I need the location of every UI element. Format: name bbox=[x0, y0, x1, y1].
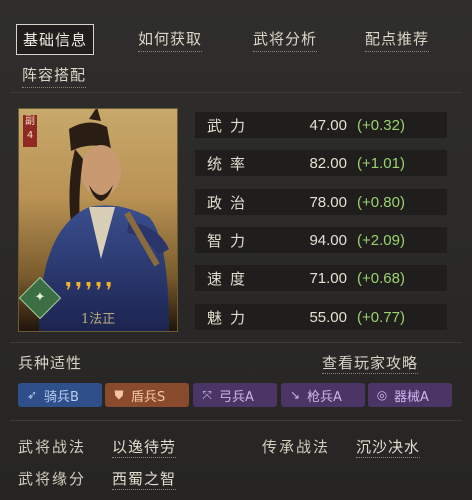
tab-point-recommendation[interactable]: 配点推荐 bbox=[365, 28, 430, 52]
shield-icon: ⛊ bbox=[114, 387, 124, 402]
stat-value: 82.00 bbox=[309, 154, 347, 172]
stat-row-charm: 魅力 55.00 (+0.77) bbox=[195, 304, 447, 330]
player-guide-link[interactable]: 查看玩家攻略 bbox=[322, 352, 419, 374]
bow-icon: ⤧ bbox=[202, 387, 212, 402]
inherit-skill-label: 传承战法 bbox=[262, 438, 331, 456]
hero-portrait-card: 副 4 ✦ ❜ ❜ ❜ ❜ ❜ 1法正 bbox=[18, 108, 178, 332]
stat-name: 速度 bbox=[207, 269, 254, 288]
troop-chip-label: 枪兵A bbox=[307, 389, 342, 405]
stat-value: 71.00 bbox=[309, 269, 347, 287]
tab-basic-info[interactable]: 基础信息 bbox=[16, 24, 95, 55]
stat-name: 统率 bbox=[207, 154, 254, 173]
troop-chip-shield: ⛊ 盾兵S bbox=[105, 383, 189, 407]
tab-hero-analysis[interactable]: 武将分析 bbox=[253, 28, 318, 52]
troop-chip-label: 骑兵B bbox=[44, 389, 79, 405]
stat-value: 47.00 bbox=[309, 116, 347, 134]
stats-divider bbox=[10, 342, 462, 343]
cavalry-icon: ➶ bbox=[26, 388, 38, 402]
troop-chip-siege: ◎ 器械A bbox=[368, 383, 452, 407]
star-icon: ❜ bbox=[75, 279, 83, 304]
troop-chip-label: 盾兵S bbox=[131, 389, 166, 405]
troop-chip-label: 弓兵A bbox=[219, 389, 254, 405]
stat-name: 武力 bbox=[207, 116, 254, 135]
fate-label: 武将缘分 bbox=[18, 470, 87, 488]
troops-divider bbox=[10, 420, 462, 421]
troop-aptitude-title: 兵种适性 bbox=[18, 354, 83, 372]
star-icon: ❜ bbox=[95, 279, 103, 304]
stat-name: 智力 bbox=[207, 231, 254, 250]
troop-chip-label: 器械A bbox=[394, 389, 429, 405]
stat-row-politics: 政治 78.00 (+0.80) bbox=[195, 189, 447, 215]
stat-row-force: 武力 47.00 (+0.32) bbox=[195, 112, 447, 138]
stat-bonus: (+2.09) bbox=[357, 231, 405, 249]
troop-chip-archer: ⤧ 弓兵A bbox=[193, 383, 277, 407]
stat-bonus: (+0.80) bbox=[357, 193, 405, 211]
rarity-badge: 副 4 bbox=[23, 115, 37, 147]
hero-name: 1法正 bbox=[81, 312, 116, 327]
troop-chip-spear: ↘ 枪兵A bbox=[281, 383, 365, 407]
own-skill-label: 武将战法 bbox=[18, 438, 87, 456]
spear-icon: ↘ bbox=[289, 388, 301, 402]
stat-bonus: (+1.01) bbox=[357, 154, 405, 172]
hero-detail-panel: 基础信息 如何获取 武将分析 配点推荐 阵容搭配 副 4 ✦ ❜ ❜ ❜ ❜ ❜… bbox=[0, 0, 472, 500]
star-rating: ❜ ❜ ❜ ❜ ❜ bbox=[65, 279, 112, 304]
star-icon: ❜ bbox=[85, 279, 93, 304]
stat-name: 政治 bbox=[207, 193, 254, 212]
stat-row-command: 统率 82.00 (+1.01) bbox=[195, 150, 447, 176]
star-icon: ❜ bbox=[105, 279, 113, 304]
stat-row-speed: 速度 71.00 (+0.68) bbox=[195, 265, 447, 291]
tab-how-to-obtain[interactable]: 如何获取 bbox=[138, 28, 203, 52]
stat-row-intelligence: 智力 94.00 (+2.09) bbox=[195, 227, 447, 253]
stat-bonus: (+0.32) bbox=[357, 116, 405, 134]
star-icon: ❜ bbox=[65, 279, 73, 304]
tab-lineup[interactable]: 阵容搭配 bbox=[22, 64, 87, 88]
tabs-divider bbox=[10, 92, 462, 93]
inherit-skill-value[interactable]: 沉沙决水 bbox=[356, 436, 421, 458]
stat-bonus: (+0.68) bbox=[357, 269, 405, 287]
stat-bonus: (+0.77) bbox=[357, 308, 405, 326]
fate-value[interactable]: 西蜀之智 bbox=[112, 468, 177, 490]
troop-chip-cavalry: ➶ 骑兵B bbox=[18, 383, 102, 407]
stat-name: 魅力 bbox=[207, 308, 254, 327]
stat-value: 55.00 bbox=[309, 308, 347, 326]
siege-icon: ◎ bbox=[376, 388, 388, 402]
stat-value: 94.00 bbox=[309, 231, 347, 249]
own-skill-value[interactable]: 以逸待劳 bbox=[112, 436, 177, 458]
stat-value: 78.00 bbox=[309, 193, 347, 211]
